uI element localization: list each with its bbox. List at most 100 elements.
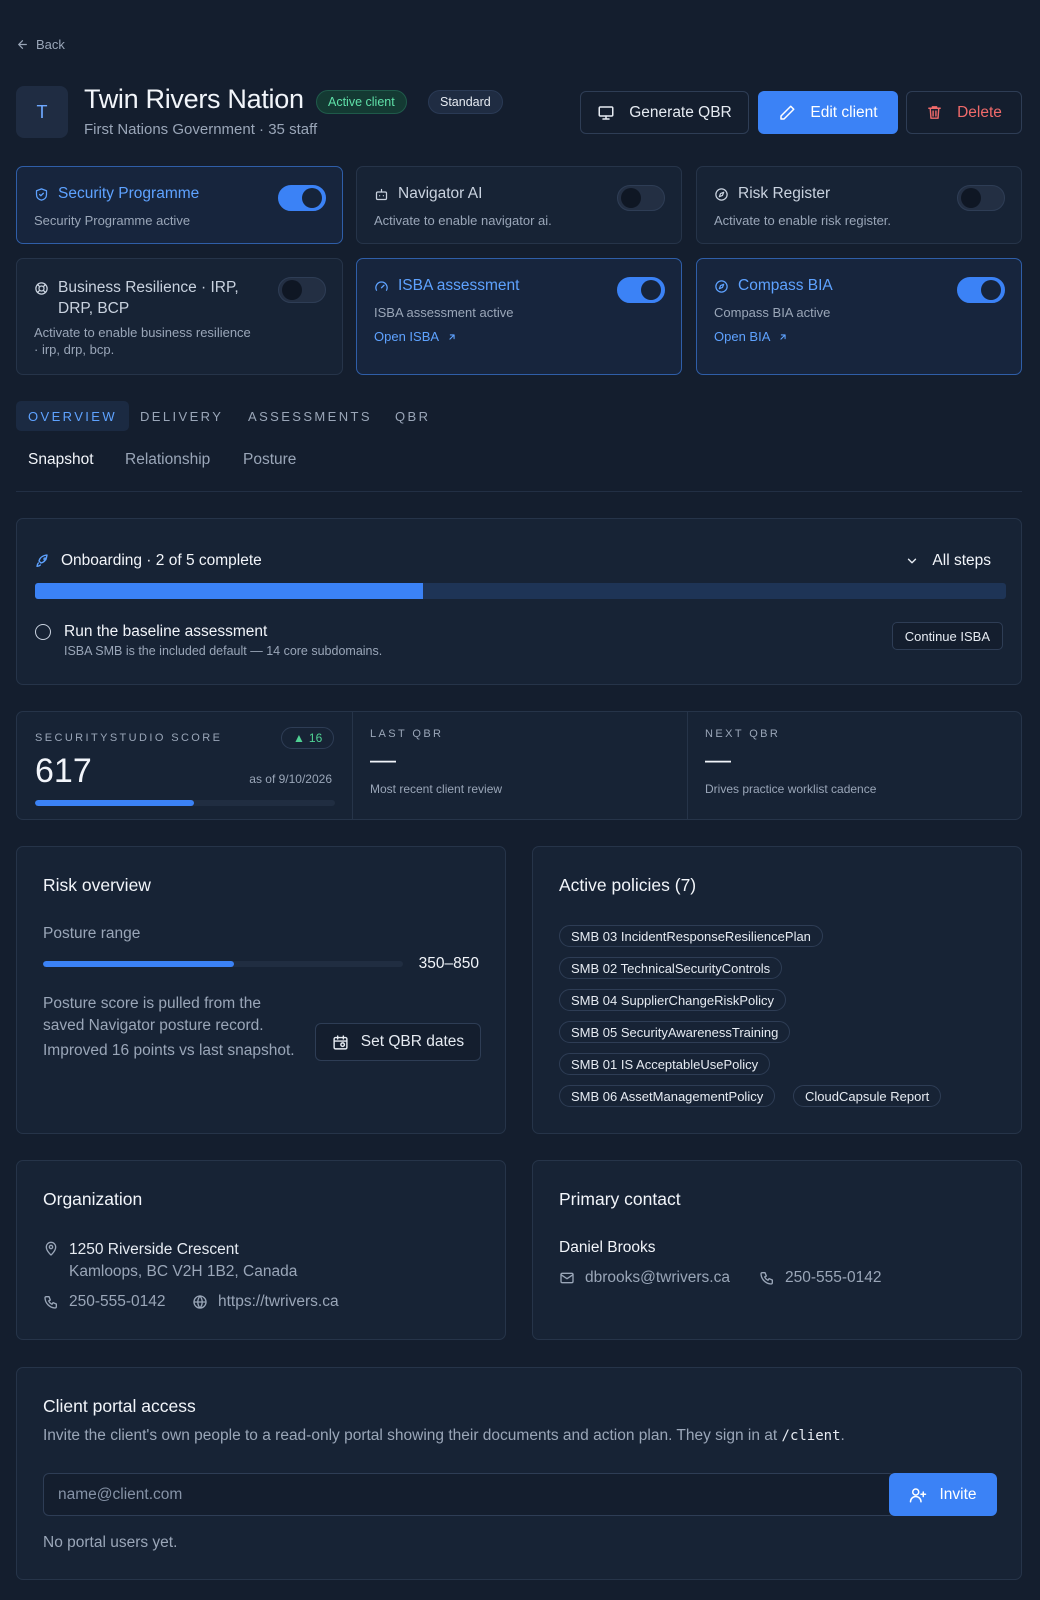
portal-desc-suffix: . [840, 1427, 845, 1444]
invite-button[interactable]: Invite [889, 1473, 997, 1516]
set-qbr-dates-button[interactable]: Set QBR dates [315, 1023, 481, 1061]
open-bia-label: Open BIA [714, 329, 771, 344]
score-label: SECURITYSTUDIO SCORE [35, 732, 223, 744]
organization-title: Organization [43, 1189, 143, 1209]
module-title-line2: DRP, BCP [58, 300, 130, 317]
client-avatar: T [16, 86, 68, 138]
module-title: Risk Register [738, 185, 831, 202]
onboarding-card: Onboarding · 2 of 5 complete All steps R… [16, 518, 1022, 685]
security-programme-toggle[interactable] [278, 185, 326, 211]
compass-icon [714, 187, 729, 202]
risk-register-toggle[interactable] [957, 185, 1005, 211]
map-pin-icon [43, 1241, 59, 1257]
lifebuoy-icon [34, 281, 49, 296]
tab-overview[interactable]: OVERVIEW [16, 401, 130, 431]
external-link-icon [447, 332, 457, 342]
contact-email: dbrooks@twrivers.ca [585, 1269, 730, 1286]
module-desc: Compass BIA active [714, 305, 831, 320]
module-desc: ISBA assessment active [374, 305, 514, 320]
posture-range-value: 350–850 [418, 955, 479, 972]
presentation-icon [597, 104, 615, 122]
delete-button[interactable]: Delete [906, 91, 1022, 134]
subtab-posture[interactable]: Posture [243, 451, 296, 469]
address-line2: Kamloops, BC V2H 1B2, Canada [69, 1263, 298, 1280]
website-link[interactable]: https://twrivers.ca [192, 1293, 339, 1311]
policy-chip[interactable]: SMB 03 IncidentResponseResiliencePlan [559, 925, 823, 947]
module-desc: Security Programme active [34, 213, 191, 228]
user-plus-icon [909, 1486, 927, 1504]
organization-card: Organization 1250 Riverside Crescent Kam… [16, 1160, 506, 1340]
module-desc: Activate to enable risk register. [714, 213, 892, 228]
stats-card: SECURITYSTUDIO SCORE ▲ 16 617 as of 9/10… [16, 711, 1022, 820]
active-policies-title: Active policies (7) [559, 875, 697, 895]
score-date: as of 9/10/2026 [249, 772, 332, 786]
generate-qbr-button[interactable]: Generate QBR [580, 91, 749, 134]
tier-badge: Standard [428, 90, 503, 114]
step-title: Run the baseline assessment [64, 623, 268, 640]
risk-overview-title: Risk overview [43, 875, 151, 895]
isba-assessment-toggle[interactable] [617, 277, 665, 303]
mail-icon [559, 1270, 575, 1286]
score-bar [35, 800, 335, 806]
client-name: Twin Rivers Nation [84, 84, 304, 114]
module-card-security-programme: Security Programme Security Programme ac… [16, 166, 343, 244]
policy-chip[interactable]: SMB 04 SupplierChangeRiskPolicy [559, 989, 787, 1011]
score-delta-badge: ▲ 16 [281, 727, 335, 749]
back-link[interactable]: Back [16, 37, 65, 52]
module-card-navigator-ai: Navigator AI Activate to enable navigato… [356, 166, 682, 244]
portal-email-input[interactable] [43, 1473, 895, 1516]
posture-note-line1: Posture score is pulled from the [43, 995, 261, 1012]
business-resilience-toggle[interactable] [278, 277, 326, 303]
onboarding-progress-fill [35, 583, 424, 599]
module-desc-line1: Activate to enable business resilience [34, 325, 251, 340]
contact-email-link[interactable]: dbrooks@twrivers.ca [559, 1269, 730, 1287]
module-title: ISBA assessment [398, 277, 520, 294]
contact-phone: 250-555-0142 [785, 1269, 882, 1286]
portal-desc-path: /client [781, 1428, 841, 1444]
compass-bia-toggle[interactable] [957, 277, 1005, 303]
contact-phone-link[interactable]: 250-555-0142 [759, 1269, 882, 1287]
tab-delivery[interactable]: DELIVERY [128, 401, 235, 431]
step-status-circle [35, 624, 51, 640]
policy-chip[interactable]: SMB 01 IS AcceptableUsePolicy [559, 1053, 771, 1075]
compass-icon [714, 279, 729, 294]
active-policies-card: Active policies (7) SMB 03 IncidentRespo… [532, 846, 1022, 1134]
module-title-line1: Business Resilience · IRP, [58, 279, 239, 296]
risk-overview-card: Risk overview Posture range 350–850 Post… [16, 846, 506, 1134]
tab-assessments[interactable]: ASSESSMENTS [236, 401, 384, 431]
module-desc: Activate to enable navigator ai. [374, 213, 552, 228]
policy-chip[interactable]: SMB 02 TechnicalSecurityControls [559, 957, 783, 979]
last-qbr-value: — [370, 744, 396, 774]
posture-range-bar [43, 961, 403, 967]
back-label: Back [36, 37, 65, 52]
posture-note-line2: saved Navigator posture record. [43, 1017, 264, 1034]
onboarding-progress-bar [35, 583, 1006, 599]
gauge-icon [374, 279, 389, 294]
primary-contact-card: Primary contact Daniel Brooks dbrooks@tw… [532, 1160, 1022, 1340]
onboarding-title: Onboarding · 2 of 5 complete [61, 552, 262, 569]
edit-client-button[interactable]: Edit client [758, 91, 898, 134]
calendar-icon [332, 1034, 349, 1051]
tab-qbr[interactable]: QBR [383, 401, 442, 431]
stats-divider [687, 712, 688, 819]
phone-icon [759, 1270, 775, 1286]
policy-chip[interactable]: SMB 05 SecurityAwarenessTraining [559, 1021, 791, 1043]
client-portal-title: Client portal access [43, 1396, 196, 1416]
primary-contact-title: Primary contact [559, 1189, 681, 1209]
subtab-relationship[interactable]: Relationship [125, 451, 210, 469]
policy-chip[interactable]: CloudCapsule Report [793, 1085, 942, 1107]
open-bia-link[interactable]: Open BIA [714, 329, 788, 344]
module-card-isba-assessment: ISBA assessment ISBA assessment active O… [356, 258, 682, 375]
score-value: 617 [35, 752, 92, 790]
subtab-snapshot[interactable]: Snapshot [28, 451, 94, 469]
navigator-ai-toggle[interactable] [617, 185, 665, 211]
step-description: ISBA SMB is the included default — 14 co… [64, 644, 383, 658]
portal-description: Invite the client's own people to a read… [43, 1427, 845, 1445]
policy-chip[interactable]: SMB 06 AssetManagementPolicy [559, 1085, 776, 1107]
open-isba-link[interactable]: Open ISBA [374, 329, 457, 344]
client-subtitle: First Nations Government · 35 staff [84, 121, 318, 138]
continue-isba-button[interactable]: Continue ISBA [891, 622, 1003, 650]
module-card-business-resilience: Business Resilience · IRP, DRP, BCP Acti… [16, 258, 343, 375]
all-steps-toggle[interactable]: All steps [905, 552, 991, 570]
edit-client-label: Edit client [810, 103, 878, 121]
